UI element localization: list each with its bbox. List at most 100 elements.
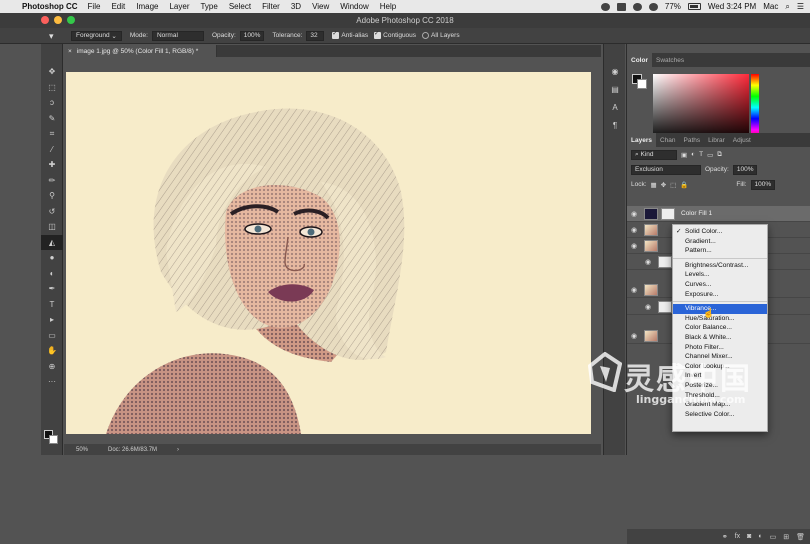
doc-size[interactable]: Doc: 26.6M/83.7M <box>108 447 157 453</box>
cast-icon[interactable] <box>616 2 626 11</box>
menu-filter[interactable]: Filter <box>262 2 280 11</box>
dodge-tool-icon[interactable]: ◐ <box>41 266 63 282</box>
menu-help[interactable]: Help <box>380 2 396 11</box>
shape-tool-icon[interactable]: ▭ <box>41 328 63 344</box>
filter-type-icon[interactable]: T <box>699 151 703 158</box>
filter-adjustment-icon[interactable]: ◐ <box>691 151 695 158</box>
path-select-tool-icon[interactable]: ▸ <box>41 312 63 328</box>
menu-item-exposure[interactable]: Exposure... <box>673 290 767 300</box>
menu-item-brightness-contrast[interactable]: Brightness/Contrast... <box>673 261 767 271</box>
quick-select-tool-icon[interactable]: ✎ <box>41 111 63 127</box>
marquee-tool-icon[interactable]: ⬚ <box>41 80 63 96</box>
tab-color[interactable]: Color <box>627 53 652 67</box>
eraser-tool-icon[interactable]: ◫ <box>41 219 63 235</box>
crop-tool-icon[interactable]: ⌗ <box>41 126 63 142</box>
menu-item-color-balance[interactable]: Color Balance... <box>673 323 767 333</box>
layer-opacity-input[interactable]: 100% <box>732 164 758 175</box>
filter-pixel-icon[interactable]: ▣ <box>681 151 687 159</box>
close-window-button[interactable] <box>41 16 49 24</box>
user-name[interactable]: Mac <box>763 2 778 11</box>
visibility-eye-icon[interactable]: ◉ <box>627 226 641 234</box>
visibility-eye-icon[interactable]: ◉ <box>627 210 641 218</box>
lasso-tool-icon[interactable]: ↄ <box>41 95 63 111</box>
visibility-eye-icon[interactable]: ◉ <box>641 258 655 266</box>
zoom-tool-icon[interactable]: ⊕ <box>41 359 63 375</box>
tab-layers[interactable]: Layers <box>627 133 656 147</box>
visibility-eye-icon[interactable]: ◉ <box>627 332 641 340</box>
menu-3d[interactable]: 3D <box>291 2 301 11</box>
hand-tool-icon[interactable]: ✋ <box>41 343 63 359</box>
menu-item-solid-color[interactable]: Solid Color... <box>673 227 767 237</box>
volume-icon[interactable] <box>648 2 658 11</box>
tab-libraries[interactable]: Librar <box>704 133 729 147</box>
minimize-window-button[interactable] <box>54 16 62 24</box>
menu-image[interactable]: Image <box>136 2 158 11</box>
menu-type[interactable]: Type <box>200 2 217 11</box>
filter-shape-icon[interactable]: ▭ <box>707 151 713 159</box>
blend-mode-select[interactable]: Exclusion <box>631 164 701 175</box>
record-icon[interactable] <box>600 2 610 11</box>
menu-view[interactable]: View <box>312 2 329 11</box>
paint-bucket-icon[interactable]: ▾ <box>49 31 61 41</box>
fill-input[interactable]: 100% <box>750 179 776 190</box>
menu-item-vibrance[interactable]: Vibrance... <box>673 304 767 314</box>
clock[interactable]: Wed 3:24 PM <box>708 2 756 11</box>
tab-channels[interactable]: Chan <box>656 133 680 147</box>
mode-select[interactable]: Normal <box>151 30 204 41</box>
menu-item-hue-saturation[interactable]: Hue/Saturation... <box>673 314 767 324</box>
type-tool-icon[interactable]: T <box>41 297 63 313</box>
filter-smart-icon[interactable]: ⧉ <box>717 151 722 159</box>
close-tab-icon[interactable]: × <box>68 48 72 55</box>
adjustment-layer-icon[interactable]: ◐ <box>758 533 762 540</box>
visibility-eye-icon[interactable]: ◉ <box>627 242 641 250</box>
contiguous-checkbox[interactable]: Contiguous <box>374 30 416 39</box>
menu-item-curves[interactable]: Curves... <box>673 280 767 290</box>
anti-alias-checkbox[interactable]: Anti-alias <box>332 30 368 39</box>
color-picker-field[interactable] <box>653 74 749 141</box>
visibility-eye-icon[interactable]: ◉ <box>627 286 641 294</box>
pen-tool-icon[interactable]: ✒ <box>41 281 63 297</box>
battery-icon[interactable] <box>687 3 701 10</box>
menu-layer[interactable]: Layer <box>169 2 189 11</box>
lock-artboard-icon[interactable]: ⬚ <box>670 181 676 189</box>
healing-brush-tool-icon[interactable]: ✚ <box>41 157 63 173</box>
hue-slider[interactable] <box>751 74 759 141</box>
character-panel-icon[interactable]: A <box>604 98 626 116</box>
panel-background-swatch[interactable] <box>637 79 647 89</box>
paragraph-panel-icon[interactable]: ¶ <box>604 116 626 134</box>
menu-file[interactable]: File <box>88 2 101 11</box>
menu-item-photo-filter[interactable]: Photo Filter... <box>673 343 767 353</box>
brush-tool-icon[interactable]: ✏ <box>41 173 63 189</box>
group-folder-icon[interactable]: ▭ <box>770 533 777 541</box>
menu-edit[interactable]: Edit <box>111 2 125 11</box>
zoom-level[interactable]: 50% <box>76 447 88 453</box>
new-layer-icon[interactable]: ⊞ <box>783 533 789 541</box>
lock-position-icon[interactable]: ✥ <box>661 181 666 189</box>
menu-app-name[interactable]: Photoshop CC <box>22 2 78 11</box>
tolerance-input[interactable]: 32 <box>306 30 325 41</box>
move-tool-icon[interactable]: ✥ <box>41 64 63 80</box>
all-layers-checkbox[interactable]: All Layers <box>422 32 460 39</box>
zoom-window-button[interactable] <box>67 16 75 24</box>
paint-bucket-tool-icon[interactable]: ◭ <box>41 234 63 250</box>
menu-list-icon[interactable]: ☰ <box>797 2 804 11</box>
document-tab[interactable]: × image 1.jpg @ 50% (Color Fill 1, RGB/8… <box>64 45 217 57</box>
tab-adjustments[interactable]: Adjust <box>729 133 755 147</box>
menu-item-black-white[interactable]: Black & White... <box>673 333 767 343</box>
clone-stamp-tool-icon[interactable]: ⚲ <box>41 188 63 204</box>
menu-item-levels[interactable]: Levels... <box>673 270 767 280</box>
status-arrow-icon[interactable]: › <box>177 447 179 453</box>
wifi-icon[interactable] <box>632 2 642 11</box>
blur-tool-icon[interactable]: ● <box>41 250 63 266</box>
history-panel-icon[interactable]: ◉ <box>604 62 626 80</box>
fill-source-select[interactable]: Foreground ⌄ <box>71 30 122 41</box>
lock-pixels-icon[interactable]: ▦ <box>651 181 657 189</box>
menu-window[interactable]: Window <box>340 2 368 11</box>
lock-all-icon[interactable]: 🔒 <box>680 181 688 189</box>
document-canvas[interactable] <box>66 72 591 434</box>
fx-icon[interactable]: fx <box>735 533 740 540</box>
eyedropper-tool-icon[interactable]: ⁄ <box>41 142 63 158</box>
add-mask-icon[interactable]: ◙ <box>747 533 751 540</box>
tab-swatches[interactable]: Swatches <box>652 53 688 67</box>
tab-paths[interactable]: Paths <box>680 133 705 147</box>
